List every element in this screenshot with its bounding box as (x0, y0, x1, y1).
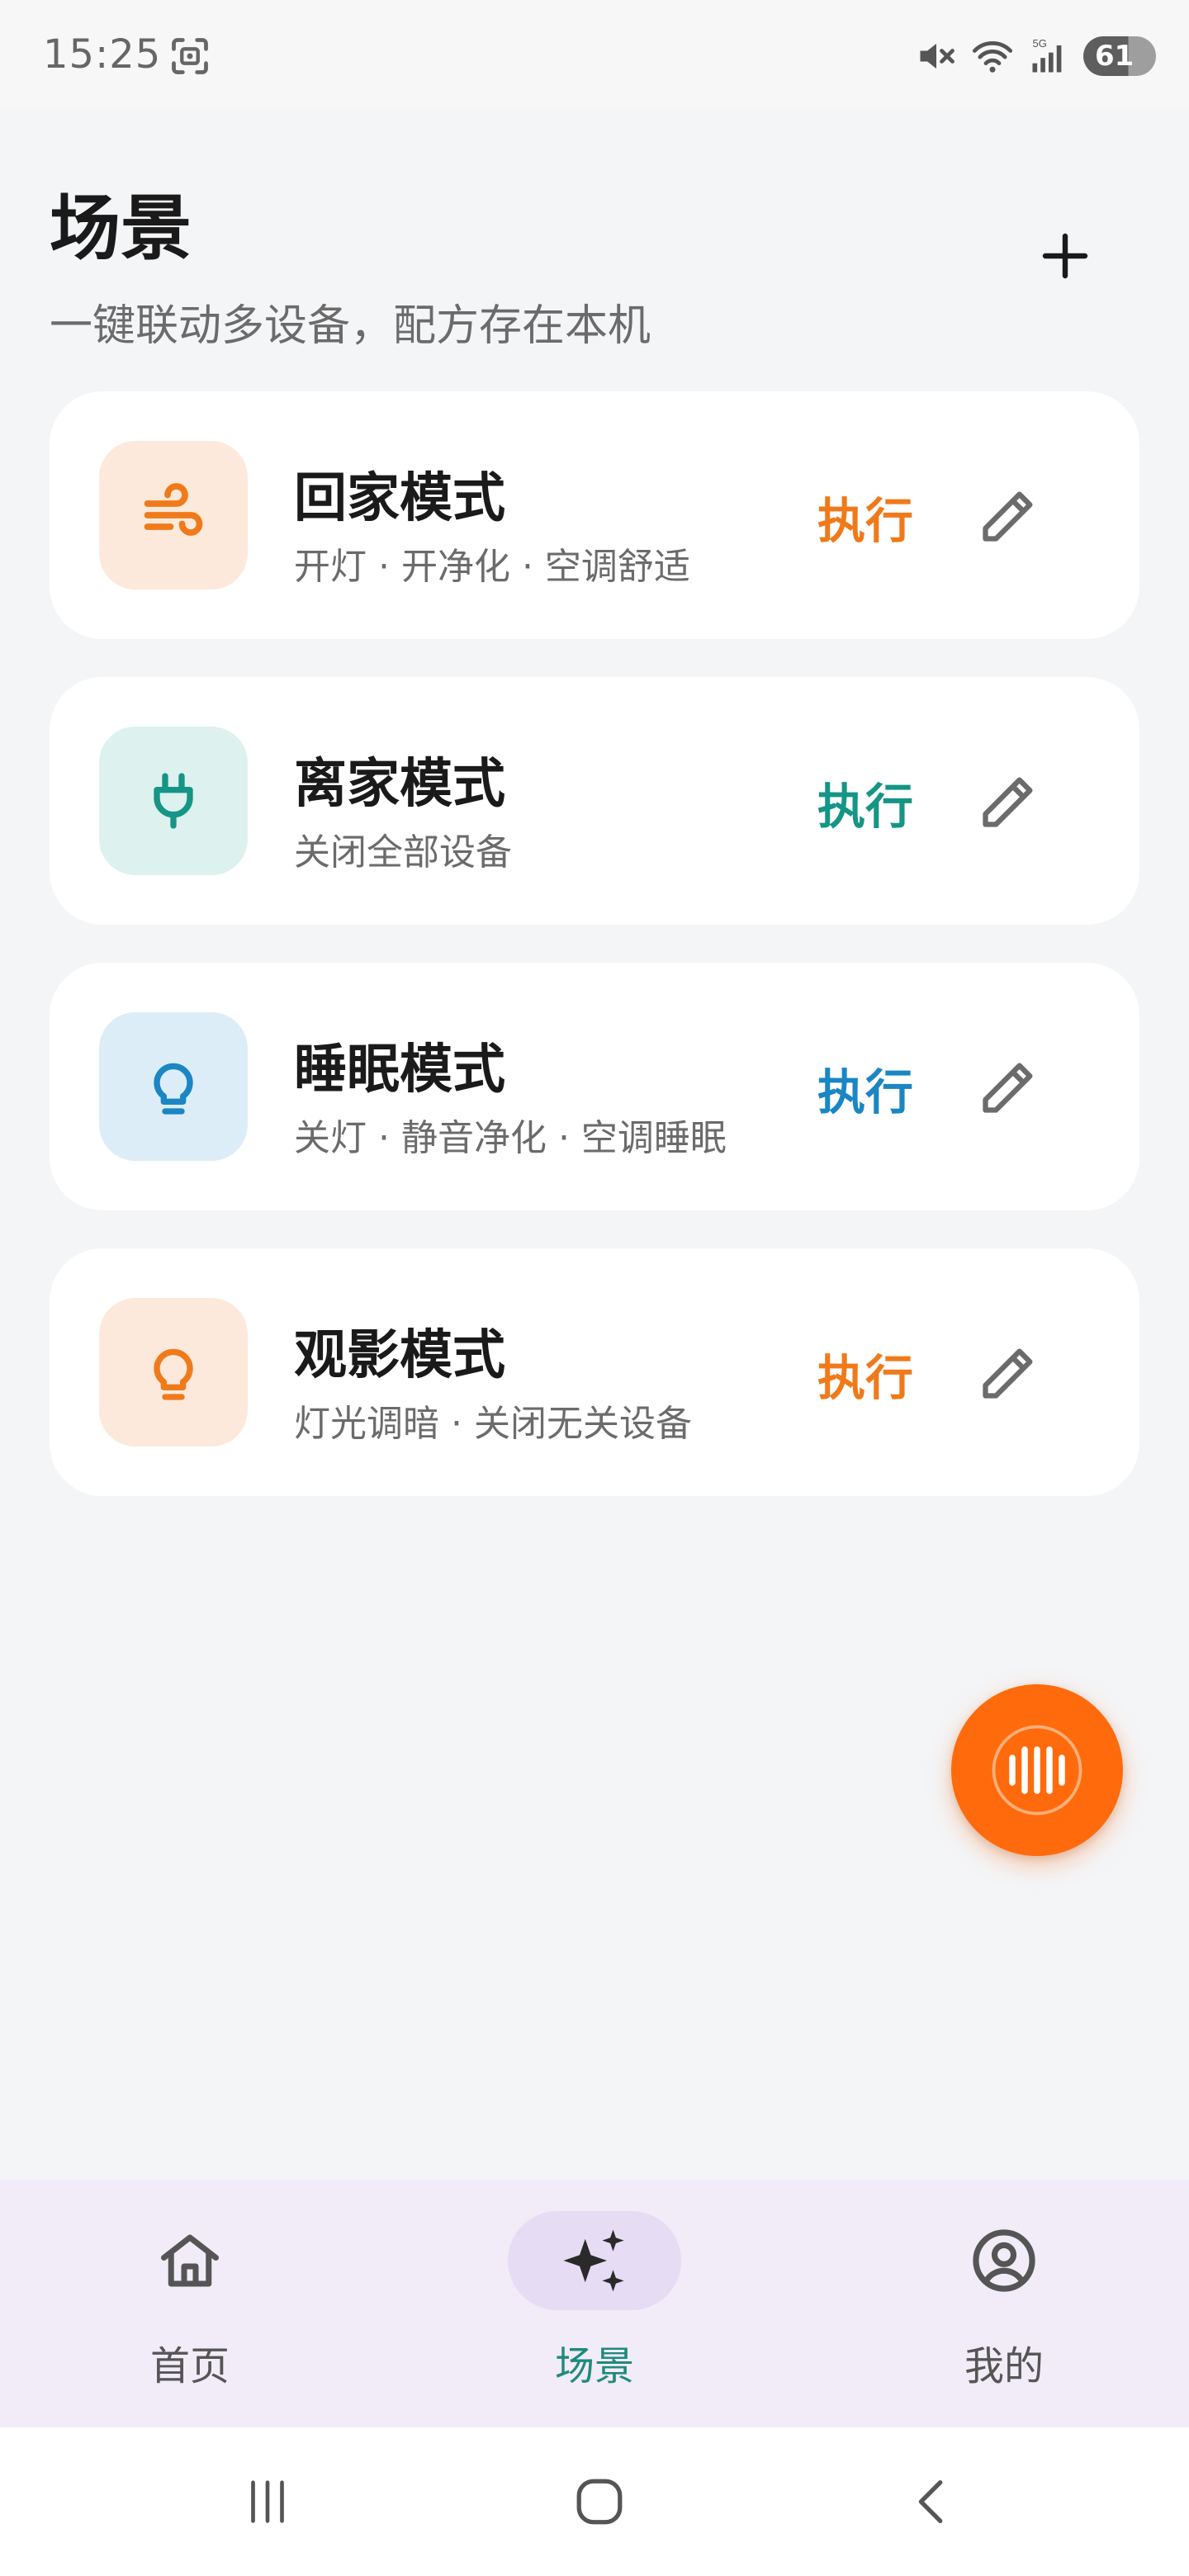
edit-scene-button[interactable] (974, 1338, 1044, 1407)
scene-name: 回家模式 (294, 468, 505, 529)
edit-scene-button[interactable] (974, 1052, 1044, 1121)
run-scene-button[interactable]: 执行 (817, 482, 913, 552)
nav-label: 首页 (149, 2343, 230, 2389)
add-scene-button[interactable] (1032, 223, 1098, 289)
edit-scene-button[interactable] (974, 481, 1044, 550)
scene-card-sleep[interactable]: 睡眠模式 关灯 · 静音净化 · 空调睡眠 执行 (50, 963, 1139, 1210)
svg-text:5G: 5G (1033, 37, 1047, 50)
scene-description: 关灯 · 静音净化 · 空调睡眠 (294, 1117, 727, 1159)
back-button[interactable] (900, 2469, 966, 2535)
page-title: 场景 (50, 187, 192, 270)
nav-icon-wrap (103, 2211, 277, 2310)
home-circle-icon (576, 2479, 623, 2525)
run-scene-button[interactable]: 执行 (817, 1339, 913, 1409)
voice-wave-icon (992, 1725, 1082, 1816)
nav-icon-wrap (917, 2211, 1091, 2310)
nav-item-scenes[interactable]: 场景 (471, 2180, 718, 2427)
system-home-button[interactable] (566, 2469, 632, 2535)
scene-description: 开灯 · 开净化 · 空调舒适 (294, 546, 690, 588)
scene-card-home[interactable]: 回家模式 开灯 · 开净化 · 空调舒适 执行 (50, 391, 1139, 639)
signal-5g-icon: 5G (1032, 37, 1062, 73)
user-circle-icon (973, 2229, 1035, 2292)
battery-icon: 61 (1083, 36, 1156, 76)
scene-icon-box (99, 727, 248, 875)
nav-item-profile[interactable]: 我的 (880, 2180, 1128, 2427)
back-icon (918, 2480, 943, 2523)
recents-button[interactable] (234, 2469, 301, 2535)
pencil-icon (983, 491, 1033, 542)
plug-icon (154, 773, 193, 829)
run-scene-button[interactable]: 执行 (817, 1054, 913, 1123)
nav-label: 场景 (554, 2343, 634, 2389)
scene-description: 灯光调暗 · 关闭无关设备 (294, 1403, 692, 1445)
scene-icon-box (99, 1012, 248, 1161)
home-icon (161, 2234, 219, 2287)
pencil-icon (983, 1063, 1033, 1113)
scene-list: 回家模式 开灯 · 开净化 · 空调舒适 执行 离家模式 关闭全部设备 执行 睡… (50, 391, 1139, 1534)
scene-name: 离家模式 (294, 754, 505, 815)
scene-name: 睡眠模式 (294, 1039, 505, 1101)
scene-name: 观影模式 (294, 1325, 505, 1386)
scene-icon-box (99, 441, 248, 590)
voice-assistant-button[interactable] (951, 1684, 1123, 1856)
scene-description: 关闭全部设备 (294, 831, 512, 874)
screenshot-icon (172, 38, 208, 74)
nav-item-home[interactable]: 首页 (66, 2180, 314, 2427)
status-bar: 15:25 5G 61 (0, 0, 1189, 109)
sparkle-icon (563, 2229, 624, 2292)
scene-icon-box (99, 1298, 248, 1447)
recents-icon (251, 2480, 284, 2523)
nav-icon-wrap-active (508, 2211, 681, 2310)
run-scene-button[interactable]: 执行 (817, 768, 913, 837)
pencil-icon (983, 1348, 1033, 1399)
scene-card-away[interactable]: 离家模式 关闭全部设备 执行 (50, 677, 1139, 925)
status-icons: 5G 61 (915, 30, 1156, 83)
bulb-icon (154, 1063, 193, 1115)
page-subtitle: 一键联动多设备，配方存在本机 (50, 301, 651, 351)
system-nav-bar (0, 2427, 1189, 2576)
wifi-icon (972, 41, 1013, 73)
bulb-icon (154, 1348, 193, 1400)
edit-scene-button[interactable] (974, 766, 1044, 836)
bottom-nav: 首页 场景 我的 (0, 2180, 1189, 2427)
scene-card-movie[interactable]: 观影模式 灯光调暗 · 关闭无关设备 执行 (50, 1248, 1139, 1496)
app-screen: 15:25 5G 61 场景 一键联动多设备，配方存在本机 回家模式 开灯 · … (0, 0, 1189, 2576)
battery-level: 61 (1095, 40, 1135, 73)
plus-icon (1042, 233, 1088, 279)
status-time: 15:25 (43, 31, 162, 78)
nav-label: 我的 (964, 2343, 1044, 2389)
pencil-icon (983, 777, 1033, 827)
wind-icon (144, 483, 203, 536)
mute-icon (920, 43, 955, 69)
